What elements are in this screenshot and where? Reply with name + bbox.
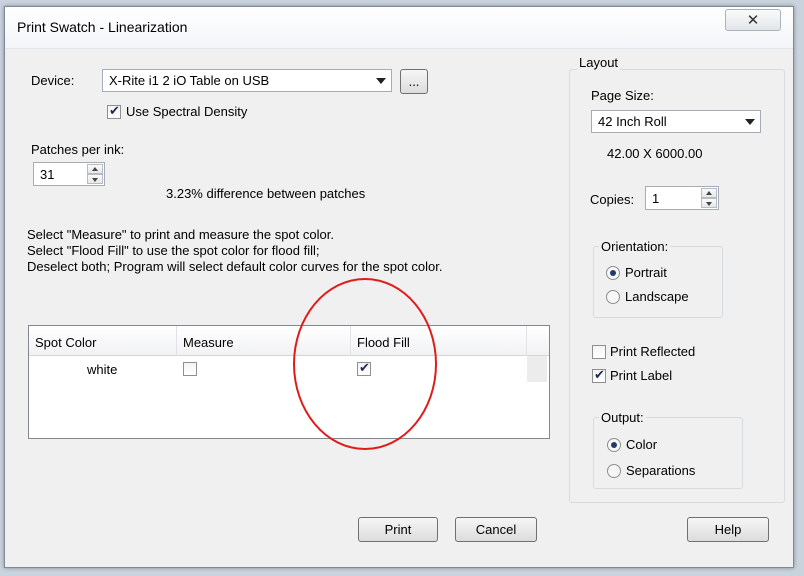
- orientation-portrait-label: Portrait: [625, 265, 667, 280]
- page-dimensions: 42.00 X 6000.00: [607, 146, 703, 161]
- spot-color-table: Spot Color Measure Flood Fill white: [28, 325, 550, 439]
- orientation-group: [593, 246, 723, 318]
- title-bar: Print Swatch - Linearization ✕: [5, 7, 793, 49]
- patch-difference-text: 3.23% difference between patches: [166, 186, 366, 201]
- spin-up-icon[interactable]: [701, 188, 717, 198]
- instruction-measure: Select "Measure" to print and measure th…: [27, 227, 334, 242]
- print-swatch-dialog: Print Swatch - Linearization ✕ Device: X…: [4, 6, 794, 568]
- close-icon: ✕: [746, 12, 760, 29]
- copies-spinner[interactable]: 1: [645, 186, 719, 210]
- print-label-label: Print Label: [610, 368, 673, 383]
- output-title: Output:: [599, 410, 646, 425]
- output-separations-radio[interactable]: [607, 464, 621, 478]
- copies-label: Copies:: [590, 192, 635, 207]
- spin-up-icon[interactable]: [87, 164, 103, 174]
- measure-checkbox[interactable]: [183, 362, 197, 376]
- patches-spinner[interactable]: 31: [33, 162, 105, 186]
- cancel-button[interactable]: Cancel: [455, 517, 537, 542]
- browse-device-button[interactable]: ...: [400, 69, 428, 94]
- page-size-select[interactable]: 42 Inch Roll: [591, 110, 761, 133]
- spin-down-icon[interactable]: [87, 174, 103, 184]
- device-select-value: X-Rite i1 2 iO Table on USB: [109, 73, 270, 88]
- print-reflected-checkbox[interactable]: [592, 345, 606, 359]
- device-label: Device:: [31, 73, 75, 88]
- window-title: Print Swatch - Linearization: [17, 19, 188, 35]
- page-size-label: Page Size:: [591, 88, 654, 103]
- column-header-measure[interactable]: Measure: [177, 326, 351, 356]
- table-row-filler: [527, 356, 547, 382]
- output-separations-label: Separations: [626, 463, 696, 478]
- output-color-label: Color: [626, 437, 658, 452]
- output-color-radio[interactable]: [607, 438, 621, 452]
- instruction-flood-fill: Select "Flood Fill" to use the spot colo…: [27, 243, 320, 258]
- column-header-spot-color[interactable]: Spot Color: [29, 326, 177, 356]
- copies-value: 1: [652, 191, 660, 206]
- spin-down-icon[interactable]: [701, 198, 717, 208]
- table-row[interactable]: white: [29, 356, 527, 382]
- patches-label: Patches per ink:: [31, 142, 125, 157]
- orientation-portrait-radio[interactable]: [606, 266, 620, 280]
- column-header-flood-fill[interactable]: Flood Fill: [351, 326, 527, 356]
- instruction-deselect: Deselect both; Program will select defau…: [27, 259, 443, 274]
- use-spectral-density-checkbox[interactable]: [107, 103, 121, 119]
- help-button[interactable]: Help: [687, 517, 769, 542]
- print-reflected-label: Print Reflected: [610, 344, 696, 359]
- orientation-title: Orientation:: [599, 239, 671, 254]
- device-select[interactable]: X-Rite i1 2 iO Table on USB: [102, 69, 392, 92]
- chevron-down-icon: [376, 78, 386, 84]
- print-button[interactable]: Print: [358, 517, 438, 542]
- output-group: [593, 417, 743, 489]
- patches-value: 31: [40, 167, 55, 182]
- spot-color-name: white: [87, 362, 118, 377]
- orientation-landscape-label: Landscape: [625, 289, 689, 304]
- table-header: Spot Color Measure Flood Fill: [29, 326, 549, 356]
- chevron-down-icon: [745, 119, 755, 125]
- flood-fill-checkbox[interactable]: [357, 360, 371, 376]
- layout-group-title: Layout: [577, 55, 621, 70]
- use-spectral-density-label: Use Spectral Density: [126, 104, 248, 119]
- print-label-checkbox[interactable]: [592, 367, 606, 383]
- page-size-value: 42 Inch Roll: [598, 114, 667, 129]
- close-button[interactable]: ✕: [725, 9, 781, 31]
- orientation-landscape-radio[interactable]: [606, 290, 620, 304]
